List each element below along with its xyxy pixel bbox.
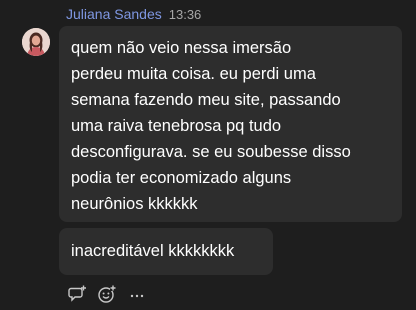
user-avatar[interactable] bbox=[22, 28, 50, 56]
reply-button[interactable] bbox=[66, 283, 88, 305]
add-emoji-button[interactable] bbox=[96, 283, 118, 305]
message-text-line: uma raiva tenebrosa pq tudo bbox=[71, 117, 282, 135]
reply-message-text: inacreditável kkkkkkkk bbox=[71, 242, 235, 260]
more-options-button[interactable] bbox=[126, 283, 148, 305]
message-bubble[interactable]: quem não veio nessa imersão perdeu muita… bbox=[59, 26, 402, 222]
message-text-line: semana fazendo meu site, passando bbox=[71, 91, 341, 109]
author-name[interactable]: Juliana Sandes bbox=[66, 6, 162, 22]
message-text-line: quem não veio nessa imersão bbox=[71, 39, 292, 57]
reply-message-bubble[interactable]: inacreditável kkkkkkkk bbox=[59, 228, 273, 275]
avatar-image-icon bbox=[22, 28, 50, 56]
message-text-line: desconfigurava. se eu soubesse disso bbox=[71, 143, 351, 161]
message-text-line: podia ter economizado alguns bbox=[71, 169, 292, 187]
message-timestamp: 13:36 bbox=[168, 7, 202, 22]
reply-icon bbox=[68, 285, 86, 302]
message-text-line: perdeu muita coisa. eu perdi uma bbox=[71, 65, 316, 83]
add-emoji-icon bbox=[98, 285, 116, 303]
message-text-line: neurônios kkkkkk bbox=[71, 195, 198, 213]
message-actions bbox=[66, 283, 148, 305]
ellipsis-icon bbox=[130, 294, 144, 298]
message-header: Juliana Sandes 13:36 bbox=[66, 6, 201, 26]
